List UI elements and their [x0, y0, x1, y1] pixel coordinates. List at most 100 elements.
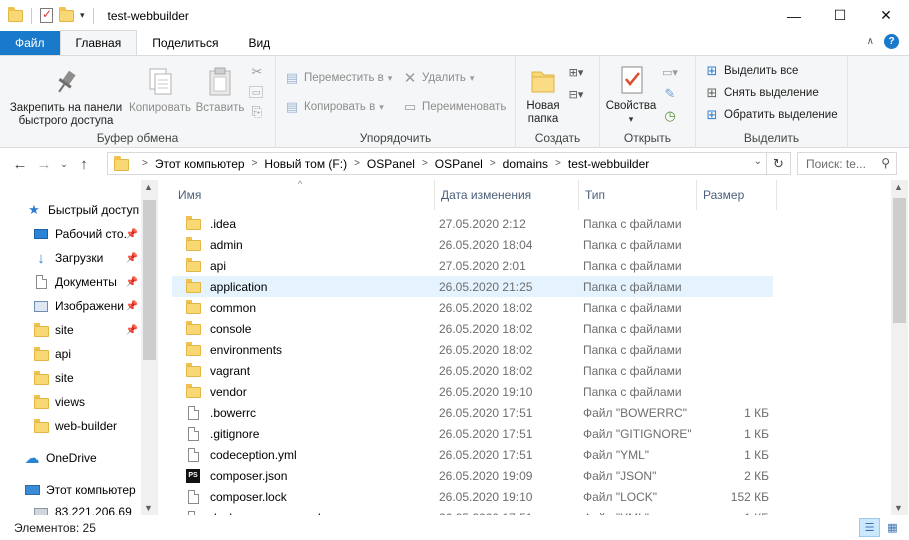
file-row[interactable]: composer.lock 26.05.2020 19:10 Файл "LOCK"…	[172, 486, 773, 507]
new-folder-quick-icon[interactable]	[59, 6, 74, 22]
file-row[interactable]: admin 26.05.2020 18:04 Папка с файлами	[172, 234, 773, 255]
chevron-right-icon[interactable]: >	[422, 158, 428, 169]
nav-item-downloads[interactable]: ↓ Загрузки 📌	[0, 247, 141, 269]
rename-button[interactable]: ▭ Переименовать	[402, 99, 506, 115]
details-view-button[interactable]: ☰	[859, 518, 880, 537]
nav-item-desktop[interactable]: Рабочий сто. 📌	[0, 223, 141, 245]
nav-item-views[interactable]: views	[0, 391, 141, 413]
breadcrumb-item[interactable]: OSPanel	[435, 157, 483, 171]
nav-item-api[interactable]: api	[0, 343, 141, 365]
scroll-down-icon[interactable]: ▼	[144, 503, 153, 513]
up-button[interactable]: ↑	[73, 153, 95, 175]
breadcrumb-item[interactable]: Этот компьютер	[155, 157, 245, 171]
customize-toolbar-icon[interactable]: ▾	[80, 10, 85, 21]
tab-view[interactable]: Вид	[233, 31, 285, 55]
address-bar[interactable]: > Этот компьютер > Новый том (F:) > OSPa…	[107, 152, 767, 175]
chevron-right-icon[interactable]: >	[490, 158, 496, 169]
file-row[interactable]: PS composer.json 26.05.2020 19:09 Файл "JSO…	[172, 465, 773, 486]
edit-icon[interactable]: ✎	[662, 86, 678, 102]
address-dropdown-icon[interactable]: ⌄	[754, 156, 762, 167]
nav-item-onedrive[interactable]: ☁ OneDrive	[0, 447, 141, 469]
navigation-pane-scrollbar[interactable]: ▲ ▼	[141, 180, 158, 515]
pin-icon[interactable]: 📌	[126, 229, 138, 240]
copy-to-button[interactable]: ▤ Копировать в ▾	[284, 99, 384, 115]
nav-item-quick-access[interactable]: ★ Быстрый доступ	[0, 199, 141, 221]
easy-access-icon[interactable]: ⊟▾	[568, 86, 584, 102]
properties-quick-icon[interactable]	[40, 7, 53, 23]
file-row[interactable]: docker-compose.yml 26.05.2020 17:51 Файл "…	[172, 507, 773, 515]
chevron-right-icon[interactable]: >	[252, 158, 258, 169]
file-row[interactable]: api 27.05.2020 2:01 Папка с файлами	[172, 255, 773, 276]
nav-item-web-builder[interactable]: web-builder	[0, 415, 141, 437]
search-input[interactable]: Поиск: te... ⚲	[797, 152, 897, 175]
chevron-right-icon[interactable]: >	[354, 158, 360, 169]
back-button[interactable]: ←	[9, 153, 31, 175]
pin-icon[interactable]: 📌	[126, 253, 138, 264]
status-bar: Элементов: 25 ☰ ▦	[0, 515, 909, 540]
breadcrumb-item[interactable]: test-webbuilder	[568, 157, 649, 171]
refresh-button[interactable]: ↻	[767, 152, 791, 175]
file-row[interactable]: vendor 26.05.2020 19:10 Папка с файлами	[172, 381, 773, 402]
forward-button[interactable]: →	[33, 153, 55, 175]
column-header-size[interactable]: Размер	[697, 180, 777, 210]
column-header-type[interactable]: Тип	[579, 180, 697, 210]
file-row[interactable]: console 26.05.2020 18:02 Папка с файлами	[172, 318, 773, 339]
breadcrumb-item[interactable]: Новый том (F:)	[264, 157, 347, 171]
new-item-icon[interactable]: ⊞▾	[568, 64, 584, 80]
copy-button[interactable]: Копировать	[126, 66, 194, 115]
file-row[interactable]: environments 26.05.2020 18:02 Папка с файл…	[172, 339, 773, 360]
column-header-name[interactable]: Имя	[172, 180, 435, 210]
copy-path-icon[interactable]: ▭	[249, 86, 263, 98]
scrollbar-thumb[interactable]	[893, 198, 906, 323]
nav-item-network-drive[interactable]: 83.221.206.69	[0, 501, 141, 515]
invert-selection-button[interactable]: ⊞ Обратить выделение	[704, 107, 838, 123]
maximize-button[interactable]: ☐	[817, 0, 863, 31]
pin-icon[interactable]: 📌	[126, 277, 138, 288]
chevron-right-icon[interactable]: >	[555, 158, 561, 169]
nav-item-site[interactable]: site	[0, 367, 141, 389]
scroll-up-icon[interactable]: ▲	[894, 182, 903, 192]
file-row[interactable]: .gitignore 26.05.2020 17:51 Файл "GITIGNOR…	[172, 423, 773, 444]
help-icon[interactable]: ?	[884, 34, 899, 49]
tab-home[interactable]: Главная	[59, 30, 138, 55]
large-icons-view-button[interactable]: ▦	[882, 518, 903, 537]
collapse-ribbon-icon[interactable]: ∧	[867, 36, 874, 47]
file-row[interactable]: .bowerrc 26.05.2020 17:51 Файл "BOWERRC" 1 …	[172, 402, 773, 423]
move-to-button[interactable]: ▤ Переместить в ▾	[284, 70, 392, 86]
pin-icon[interactable]: 📌	[126, 325, 138, 336]
breadcrumb-item[interactable]: domains	[503, 157, 548, 171]
file-row[interactable]: common 26.05.2020 18:02 Папка с файлами	[172, 297, 773, 318]
file-row[interactable]: .idea 27.05.2020 2:12 Папка с файлами	[172, 213, 773, 234]
pin-to-quick-access-button[interactable]: Закрепить на панели быстрого доступа	[6, 66, 126, 128]
pin-icon[interactable]: 📌	[126, 301, 138, 312]
cut-icon[interactable]: ✂	[249, 64, 265, 80]
delete-button[interactable]: ✕ Удалить ▾	[402, 70, 475, 87]
nav-item-documents[interactable]: Документы 📌	[0, 271, 141, 293]
nav-item-site[interactable]: site 📌	[0, 319, 141, 341]
nav-item-pictures[interactable]: Изображени 📌	[0, 295, 141, 317]
scroll-up-icon[interactable]: ▲	[144, 182, 153, 192]
minimize-button[interactable]: —	[771, 0, 817, 31]
open-icon[interactable]: ▭▾	[662, 64, 678, 80]
file-row[interactable]: vagrant 26.05.2020 18:02 Папка с файлами	[172, 360, 773, 381]
history-icon[interactable]: ◷	[662, 108, 678, 124]
close-button[interactable]: ✕	[863, 0, 909, 31]
file-row[interactable]: codeception.yml 26.05.2020 17:51 Файл "YML…	[172, 444, 773, 465]
properties-button[interactable]: Свойства ▾	[602, 64, 660, 126]
new-folder-button[interactable]: Новая папка	[518, 64, 568, 126]
nav-item-this-pc[interactable]: Этот компьютер	[0, 479, 141, 501]
tab-file[interactable]: Файл	[0, 31, 60, 55]
scroll-down-icon[interactable]: ▼	[894, 503, 903, 513]
file-row[interactable]: application 26.05.2020 21:25 Папка с файла…	[172, 276, 773, 297]
paste-button[interactable]: Вставить	[194, 66, 246, 115]
recent-locations-button[interactable]: ⌄	[57, 153, 71, 175]
select-all-button[interactable]: ⊞ Выделить все	[704, 63, 799, 79]
breadcrumb-item[interactable]: OSPanel	[367, 157, 415, 171]
column-header-date[interactable]: Дата изменения	[435, 180, 579, 210]
chevron-right-icon[interactable]: >	[142, 158, 148, 169]
scrollbar-thumb[interactable]	[143, 200, 156, 360]
select-none-button[interactable]: ⊞ Снять выделение	[704, 85, 819, 101]
file-list-scrollbar[interactable]: ▲ ▼	[891, 180, 908, 515]
tab-share[interactable]: Поделиться	[137, 31, 233, 55]
paste-shortcut-icon[interactable]: ⎘	[249, 104, 265, 120]
